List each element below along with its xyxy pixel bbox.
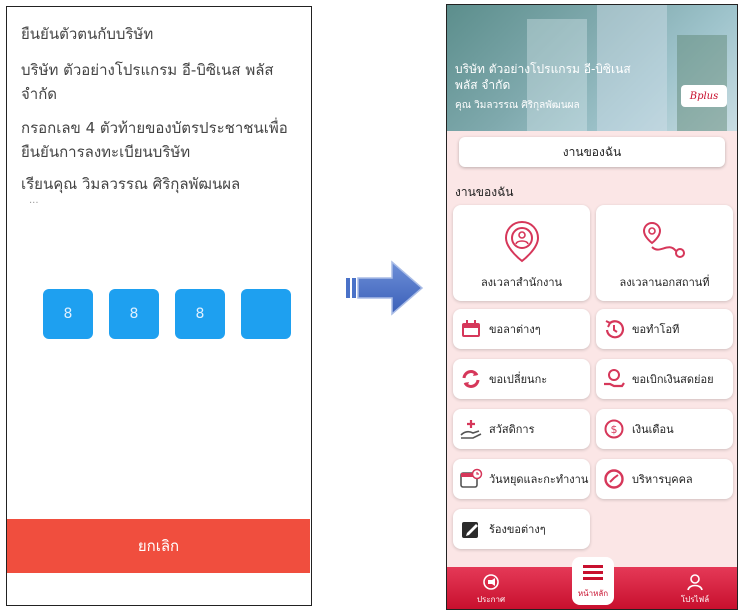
nav-announce-label: ประกาศ xyxy=(476,595,506,604)
bplus-logo: Bplus xyxy=(681,85,727,107)
pin-digit-4[interactable] xyxy=(241,289,291,339)
right-arrow-icon xyxy=(344,258,426,322)
verify-screen: ยืนยันตัวตนกับบริษัท บริษัท ตัวอย่างโปรแ… xyxy=(6,6,312,606)
instruction-line2: ยืนยันการลงทะเบียนบริษัท xyxy=(21,143,191,161)
offsite-checkin-card[interactable]: ลงเวลานอกสถานที่ xyxy=(596,205,733,301)
megaphone-icon xyxy=(461,571,521,593)
menu-label: ขอเบิกเงินสดย่อย xyxy=(632,373,714,386)
pin-digit-2[interactable]: 8 xyxy=(109,289,159,339)
gauge-icon xyxy=(596,468,632,490)
nav-profile-label: โปรไฟล์ xyxy=(680,595,710,604)
menu-shift-change[interactable]: ขอเปลี่ยนกะ xyxy=(453,359,590,399)
menu-holidays-shifts[interactable]: วันหยุดและกะทำงาน xyxy=(453,459,590,499)
pin-digit-3[interactable]: 8 xyxy=(175,289,225,339)
menu-salary[interactable]: $ เงินเดือน xyxy=(596,409,733,449)
cash-hand-icon xyxy=(596,368,632,390)
menu-label: วันหยุดและกะทำงาน xyxy=(489,473,589,486)
hero-banner: บริษัท ตัวอย่างโปรแกรม อี-บิซิเนส พลัส จ… xyxy=(447,5,737,131)
dollar-circle-icon: $ xyxy=(596,418,632,440)
nav-announce[interactable]: ประกาศ xyxy=(461,571,521,606)
company-name-line2: จำกัด xyxy=(21,85,58,103)
menu-leave-request[interactable]: ขอลาต่างๆ xyxy=(453,309,590,349)
verify-title: ยืนยันตัวตนกับบริษัท xyxy=(21,25,154,43)
menu-requests[interactable]: ร้องขอต่างๆ xyxy=(453,509,590,549)
offsite-checkin-label: ลงเวลานอกสถานที่ xyxy=(619,276,710,289)
instruction-line1: กรอกเลข 4 ตัวท้ายของบัตรประชาชนเพื่อ xyxy=(21,119,288,137)
bottom-navigation: ประกาศ หน้าหลัก โปรไฟล์ xyxy=(447,557,737,609)
nav-profile[interactable]: โปรไฟล์ xyxy=(665,571,725,606)
menu-label: สวัสดิการ xyxy=(489,423,535,436)
nav-home-label: หน้าหลัก xyxy=(577,589,609,598)
company-name-line1: บริษัท ตัวอย่างโปรแกรม อี-บิซิเนส พลัส xyxy=(21,61,274,79)
edit-icon xyxy=(453,518,489,540)
menu-label: ขอเปลี่ยนกะ xyxy=(489,373,548,386)
clock-refresh-icon xyxy=(596,318,632,340)
hero-person-name: คุณ วิมลวรรณ ศิริกุลพัฒนผล xyxy=(455,100,580,111)
menu-label: ขอทำโอที xyxy=(632,323,680,336)
my-work-button[interactable]: งานของฉัน xyxy=(459,137,725,167)
route-icon xyxy=(640,219,690,269)
menu-label: ร้องขอต่างๆ xyxy=(489,523,546,536)
location-pin-icon xyxy=(500,219,544,269)
menu-petty-cash[interactable]: ขอเบิกเงินสดย่อย xyxy=(596,359,733,399)
office-checkin-label: ลงเวลาสำนักงาน xyxy=(480,276,563,289)
ellipsis-text: ... xyxy=(29,195,39,206)
calendar-clock-icon xyxy=(453,468,489,490)
calendar-icon xyxy=(453,319,489,339)
section-title: งานของฉัน xyxy=(455,185,514,199)
sync-icon xyxy=(453,368,489,390)
svg-text:$: $ xyxy=(611,423,618,436)
nav-home[interactable]: หน้าหลัก xyxy=(572,557,614,605)
menu-label: เงินเดือน xyxy=(632,423,674,436)
office-checkin-card[interactable]: ลงเวลาสำนักงาน xyxy=(453,205,590,301)
menu-label: บริหารบุคคล xyxy=(632,473,693,486)
user-icon xyxy=(665,571,725,593)
pin-input-group: 8 8 8 xyxy=(43,289,291,339)
menu-lines-icon xyxy=(572,557,614,587)
home-screen: บริษัท ตัวอย่างโปรแกรม อี-บิซิเนส พลัส จ… xyxy=(446,4,738,610)
menu-welfare[interactable]: สวัสดิการ xyxy=(453,409,590,449)
hero-company-line1: บริษัท ตัวอย่างโปรแกรม อี-บิซิเนส xyxy=(455,62,631,76)
pin-digit-1[interactable]: 8 xyxy=(43,289,93,339)
hero-company-name: บริษัท ตัวอย่างโปรแกรม อี-บิซิเนส พลัส จ… xyxy=(455,61,631,93)
menu-label: ขอลาต่างๆ xyxy=(489,323,541,336)
cancel-button[interactable]: ยกเลิก xyxy=(7,519,310,573)
menu-ot-request[interactable]: ขอทำโอที xyxy=(596,309,733,349)
hero-company-line2: พลัส จำกัด xyxy=(455,78,511,92)
greeting-text: เรียนคุณ วิมลวรรณ ศิริกุลพัฒนผล xyxy=(21,175,241,193)
welfare-hand-icon xyxy=(453,418,489,440)
menu-hr-management[interactable]: บริหารบุคคล xyxy=(596,459,733,499)
